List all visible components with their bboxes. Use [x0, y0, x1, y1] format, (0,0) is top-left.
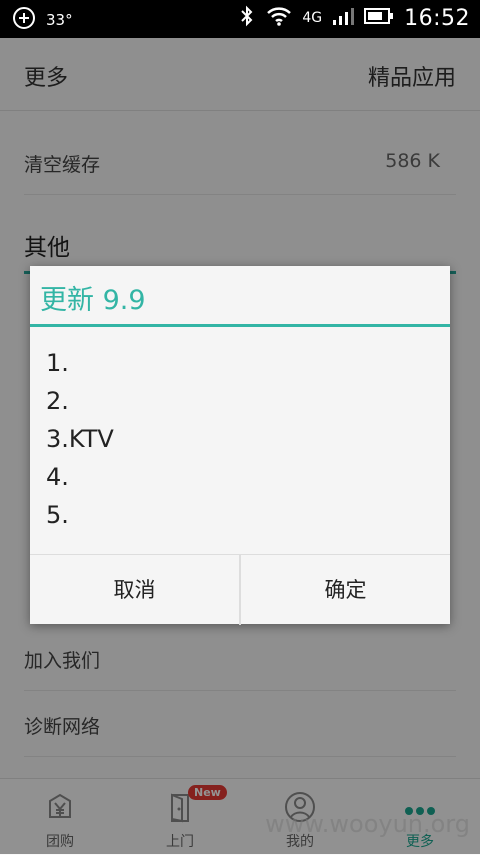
- network-type-text: 4G: [302, 10, 323, 26]
- changelog-item: 1.: [46, 349, 69, 377]
- temperature-text: 33°: [46, 11, 73, 29]
- dialog-button-bar: 取消 确定: [30, 554, 450, 625]
- wifi-icon: [266, 5, 292, 31]
- confirm-button[interactable]: 确定: [241, 555, 450, 625]
- battery-icon: [364, 7, 394, 29]
- status-bar: 33° 4G 16:52: [0, 0, 480, 38]
- dialog-body: 1. 2. 3.KTV 4. 5.: [46, 344, 114, 534]
- bluetooth-icon: [238, 4, 256, 32]
- watermark-text: www.wooyun.org: [265, 810, 470, 838]
- update-dialog: 更新 9.9 1. 2. 3.KTV 4. 5. 取消 确定: [30, 266, 450, 625]
- cancel-button[interactable]: 取消: [30, 555, 239, 625]
- changelog-item: 2.: [46, 387, 69, 415]
- add-circle-icon: [12, 6, 36, 34]
- dialog-title: 更新 9.9: [40, 285, 146, 316]
- signal-icon: [332, 6, 355, 30]
- changelog-item: 4.: [46, 463, 69, 491]
- clock: 16:52: [404, 5, 470, 31]
- changelog-item: 5.: [46, 501, 69, 529]
- changelog-item: 3.KTV: [46, 425, 114, 453]
- dialog-header: 更新 9.9: [30, 266, 450, 327]
